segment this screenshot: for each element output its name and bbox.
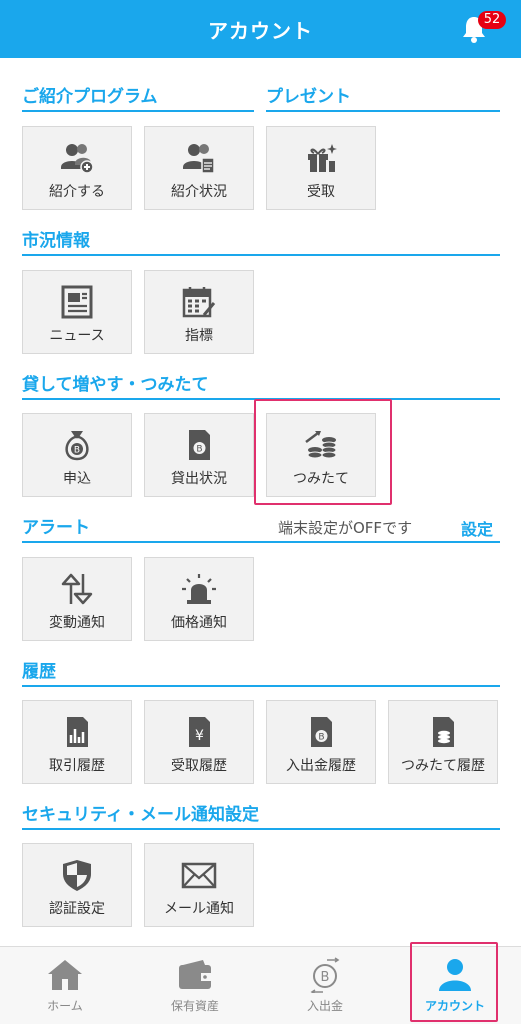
tile-lending-apply[interactable]: B 申込 bbox=[22, 413, 132, 497]
mail-icon bbox=[181, 862, 217, 889]
tile-label: メール通知 bbox=[164, 901, 234, 917]
tile-label: 受取 bbox=[307, 184, 335, 200]
tile-label: 取引履歴 bbox=[49, 758, 105, 774]
tile-label: ニュース bbox=[49, 328, 105, 344]
tile-mail-notification[interactable]: メール通知 bbox=[144, 843, 254, 927]
highlight-frame-tab bbox=[410, 942, 498, 1022]
section-title-referral: ご紹介プログラム bbox=[22, 86, 254, 112]
tile-indicators[interactable]: 指標 bbox=[144, 270, 254, 354]
home-icon bbox=[48, 960, 82, 990]
svg-text:B: B bbox=[196, 445, 202, 455]
svg-text:B: B bbox=[318, 733, 324, 743]
shield-icon bbox=[63, 860, 91, 891]
tile-label: 変動通知 bbox=[49, 615, 105, 631]
tab-assets[interactable]: 保有資産 bbox=[130, 947, 260, 1025]
svg-text:B: B bbox=[321, 970, 330, 985]
tile-trade-history[interactable]: 取引履歴 bbox=[22, 700, 132, 784]
tile-price-alert[interactable]: 価格通知 bbox=[144, 557, 254, 641]
tile-label: 紹介する bbox=[49, 184, 105, 200]
section-title-history: 履歴 bbox=[22, 661, 500, 687]
money-bag-icon: B bbox=[65, 431, 89, 461]
user-document-icon bbox=[183, 144, 215, 174]
tile-label: 価格通知 bbox=[171, 615, 227, 631]
tab-deposit-withdraw[interactable]: B 入出金 bbox=[260, 947, 390, 1025]
bitcoin-document-icon: B bbox=[311, 717, 332, 747]
app-header: アカウント bbox=[0, 0, 521, 58]
tile-deposit-history[interactable]: B 入出金履歴 bbox=[266, 700, 376, 784]
svg-text:B: B bbox=[74, 446, 80, 456]
tile-label: 指標 bbox=[185, 328, 213, 344]
tile-referral-send[interactable]: 紹介する bbox=[22, 126, 132, 210]
tab-home[interactable]: ホーム bbox=[0, 947, 130, 1025]
gift-icon bbox=[308, 144, 337, 172]
section-title-market: 市況情報 bbox=[22, 230, 500, 256]
tile-label: 紹介状況 bbox=[171, 184, 227, 200]
tile-tsumitate-history[interactable]: つみたて履歴 bbox=[388, 700, 498, 784]
newspaper-icon bbox=[61, 285, 93, 319]
tile-label: 入出金履歴 bbox=[286, 758, 356, 774]
calendar-icon bbox=[182, 287, 216, 318]
tile-label: 受取履歴 bbox=[171, 758, 227, 774]
tile-label: 認証設定 bbox=[49, 901, 105, 917]
tile-label: つみたて履歴 bbox=[401, 758, 485, 774]
add-user-icon bbox=[61, 144, 94, 174]
section-title-lending: 貸して増やす・つみたて bbox=[22, 374, 500, 400]
section-title-alert: アラート bbox=[22, 517, 500, 543]
tile-auth-settings[interactable]: 認証設定 bbox=[22, 843, 132, 927]
tile-news[interactable]: ニュース bbox=[22, 270, 132, 354]
yen-document-icon: ¥ bbox=[189, 717, 210, 747]
siren-icon bbox=[182, 574, 216, 604]
section-title-present: プレゼント bbox=[266, 86, 500, 112]
tile-change-alert[interactable]: 変動通知 bbox=[22, 557, 132, 641]
tile-label: 貸出状況 bbox=[171, 471, 227, 487]
tab-label: ホーム bbox=[47, 999, 83, 1013]
deposit-withdraw-icon: B bbox=[310, 957, 340, 993]
coins-document-icon bbox=[433, 717, 454, 747]
tab-label: 入出金 bbox=[306, 999, 343, 1013]
section-title-security: セキュリティ・メール通知設定 bbox=[22, 804, 500, 830]
up-down-arrows-icon bbox=[61, 573, 93, 605]
tab-label: 保有資産 bbox=[170, 999, 219, 1013]
tile-lending-status[interactable]: B 貸出状況 bbox=[144, 413, 254, 497]
notification-badge: 52 bbox=[478, 11, 506, 29]
tile-label: 申込 bbox=[63, 471, 91, 487]
bitcoin-document-icon: B bbox=[189, 430, 210, 460]
highlight-frame bbox=[254, 399, 392, 505]
tile-receive-history[interactable]: ¥ 受取履歴 bbox=[144, 700, 254, 784]
alert-device-setting-note: 端末設定がOFFです bbox=[278, 519, 413, 537]
tile-present-receive[interactable]: 受取 bbox=[266, 126, 376, 210]
svg-text:¥: ¥ bbox=[195, 728, 204, 744]
alert-settings-link[interactable]: 設定 bbox=[461, 516, 493, 540]
page-title: アカウント bbox=[208, 18, 313, 43]
chart-document-icon bbox=[67, 717, 88, 747]
wallet-icon bbox=[179, 960, 211, 989]
tile-referral-status[interactable]: 紹介状況 bbox=[144, 126, 254, 210]
